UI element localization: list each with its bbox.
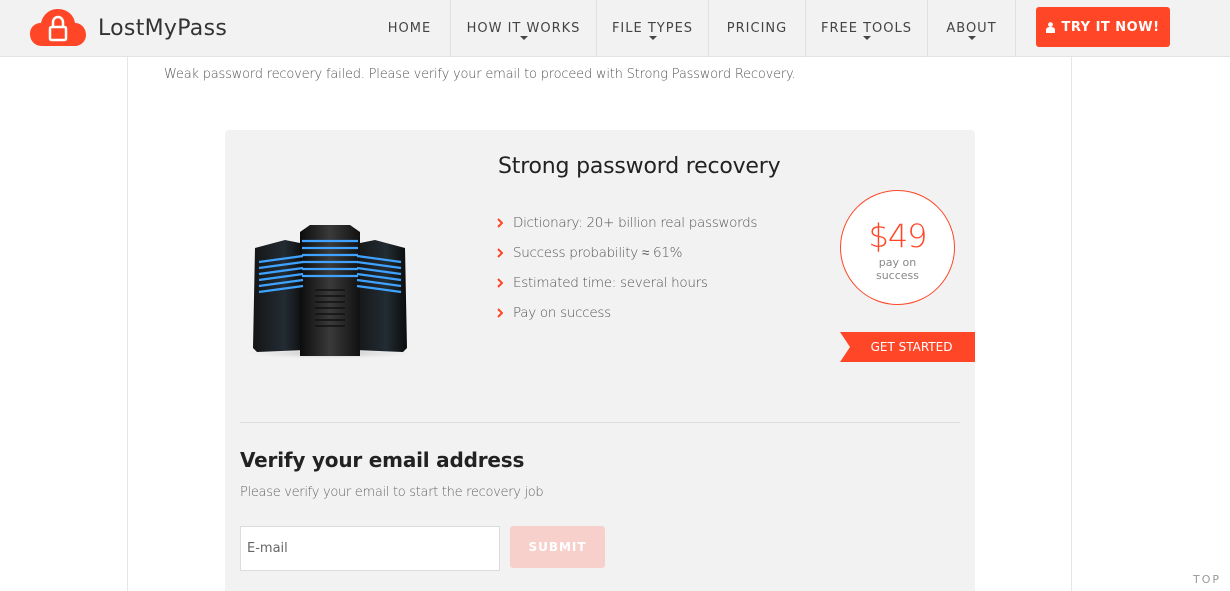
recovery-card: Strong password recovery Dictionary: 20+… (225, 130, 975, 591)
nav-about[interactable]: ABOUT (928, 0, 1016, 57)
scroll-to-top-link[interactable]: TOP (1193, 573, 1221, 586)
caret-down-icon (648, 36, 657, 40)
nav-home-label: HOME (387, 21, 432, 36)
feature-item: Pay on success (497, 298, 757, 328)
nav-home[interactable]: HOME (369, 0, 451, 57)
brand-name: LostMyPass (98, 15, 228, 41)
feature-text: Dictionary: 20+ billion real passwords (513, 215, 758, 231)
feature-text: Pay on success (513, 305, 611, 321)
price-badge: $49 pay on success (840, 190, 955, 305)
feature-text: Estimated time: several hours (513, 275, 708, 291)
nav-how-it-works[interactable]: HOW IT WORKS (451, 0, 597, 57)
section-divider (240, 422, 960, 423)
nav-about-label: ABOUT (946, 21, 997, 36)
email-field[interactable] (240, 526, 500, 571)
offer-title: Strong password recovery (498, 154, 781, 179)
verify-title: Verify your email address (240, 448, 525, 472)
price-note-line-1: pay on (878, 256, 917, 269)
nav-file-types-label: FILE TYPES (611, 21, 694, 36)
nav-pricing-label: PRICING (726, 21, 788, 36)
main-nav: HOME HOW IT WORKS FILE TYPES PRICING FRE… (369, 0, 1016, 57)
nav-free-tools[interactable]: FREE TOOLS (806, 0, 928, 57)
price-note-line-2: success (875, 269, 920, 282)
price-value: $49 (868, 217, 927, 255)
feature-text: Success probability ≈ 61% (513, 245, 683, 261)
caret-down-icon (862, 36, 871, 40)
get-started-button[interactable]: GET STARTED (840, 332, 975, 362)
submit-button[interactable]: SUBMIT (510, 526, 605, 568)
try-it-now-label: TRY IT NOW! (1061, 19, 1160, 35)
status-notice: Weak password recovery failed. Please ve… (164, 67, 796, 82)
feature-item: Estimated time: several hours (497, 268, 757, 298)
caret-down-icon (967, 36, 976, 40)
feature-list: Dictionary: 20+ billion real passwords S… (497, 208, 757, 328)
cloud-lock-icon (30, 9, 86, 46)
user-icon (1046, 21, 1056, 33)
chevron-right-icon (497, 308, 503, 318)
chevron-right-icon (497, 248, 503, 258)
site-header: LostMyPass HOME HOW IT WORKS FILE TYPES … (0, 0, 1230, 57)
feature-item: Dictionary: 20+ billion real passwords (497, 208, 757, 238)
nav-pricing[interactable]: PRICING (709, 0, 806, 57)
nav-how-it-works-label: HOW IT WORKS (466, 21, 581, 36)
verify-subtitle: Please verify your email to start the re… (240, 485, 544, 500)
logo-link[interactable]: LostMyPass (30, 8, 227, 48)
caret-down-icon (519, 36, 528, 40)
chevron-right-icon (497, 218, 503, 228)
try-it-now-button[interactable]: TRY IT NOW! (1036, 7, 1170, 47)
get-started-label: GET STARTED (870, 340, 953, 354)
nav-free-tools-label: FREE TOOLS (821, 21, 912, 36)
chevron-right-icon (497, 278, 503, 288)
server-racks-image (245, 225, 415, 359)
feature-item: Success probability ≈ 61% (497, 238, 757, 268)
nav-file-types[interactable]: FILE TYPES (597, 0, 709, 57)
